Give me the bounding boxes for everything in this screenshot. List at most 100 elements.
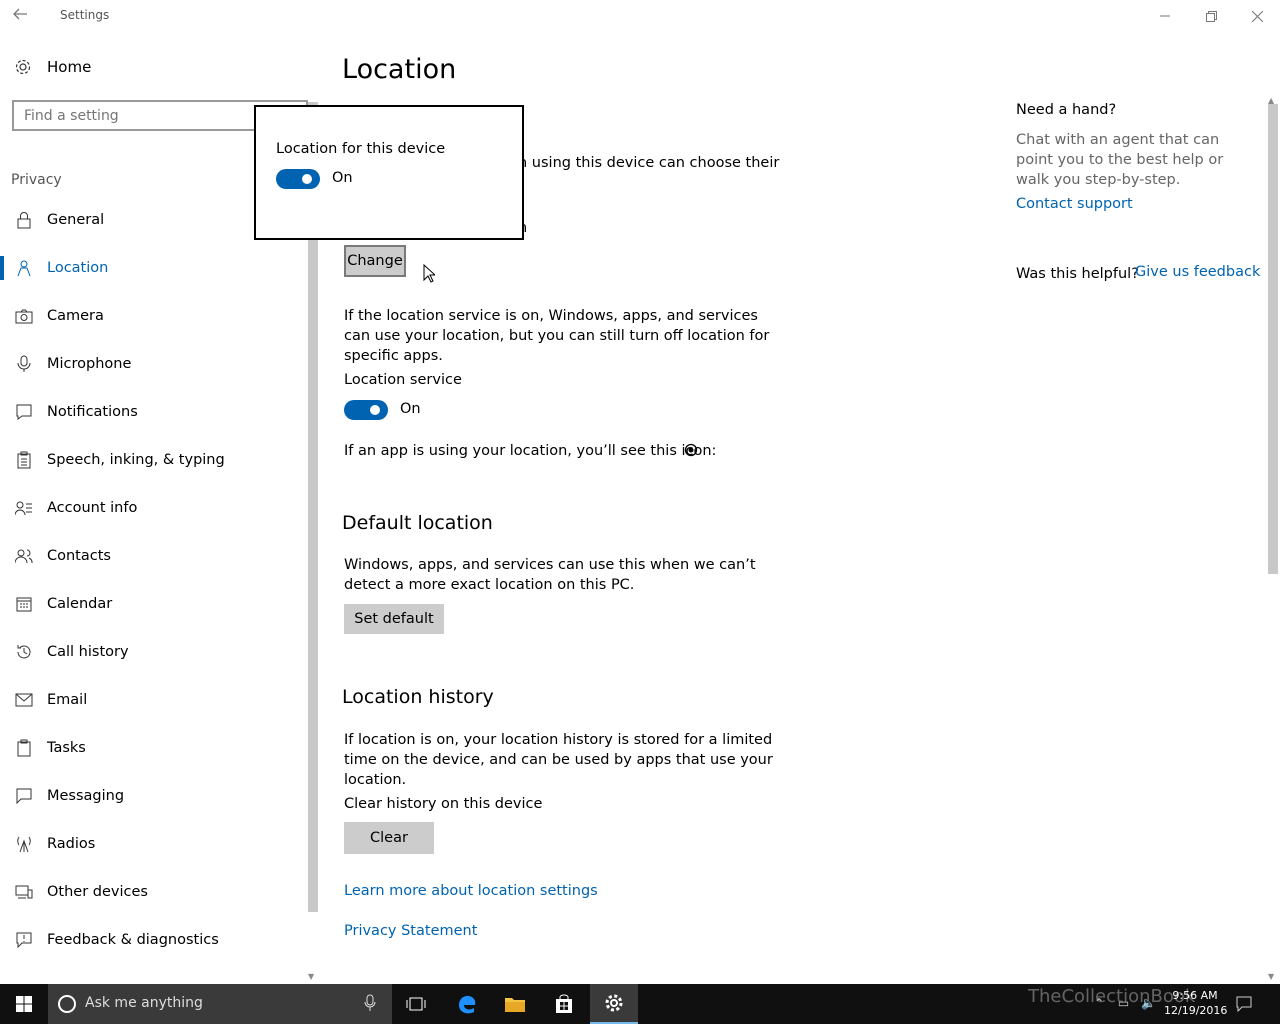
network-icon[interactable]: ▭ (1118, 996, 1129, 1010)
devices-icon (15, 883, 33, 901)
clear-button[interactable]: Clear (344, 822, 434, 854)
restore-icon (1205, 10, 1217, 22)
store-icon (556, 994, 572, 1013)
microphone-icon[interactable] (364, 994, 376, 1012)
gear-icon (605, 994, 623, 1012)
settings-taskbar-button[interactable] (590, 984, 638, 1024)
sidebar-scroll-down-icon[interactable]: ▼ (308, 972, 318, 982)
sidebar-item-microphone[interactable]: Microphone (0, 344, 306, 384)
sidebar-item-speech[interactable]: Speech, inking, & typing (0, 440, 306, 480)
learn-more-link[interactable]: Learn more about location settings (344, 883, 598, 899)
edge-icon (459, 995, 476, 1014)
page-title: Location (342, 54, 457, 85)
default-location-description: Windows, apps, and services can use this… (344, 557, 756, 593)
contact-support-link[interactable]: Contact support (1016, 196, 1133, 212)
store-button[interactable] (540, 984, 588, 1024)
clipboard-icon (15, 451, 33, 469)
main-scroll-down-icon[interactable]: ▼ (1268, 972, 1278, 981)
sidebar-item-contacts[interactable]: Contacts (0, 536, 306, 576)
volume-icon[interactable]: 🔈 (1141, 996, 1156, 1010)
service-description: If the location service is on, Windows, … (344, 308, 770, 364)
location-device-state: On (332, 170, 353, 186)
sidebar-item-radios[interactable]: Radios (0, 824, 306, 864)
folder-icon (505, 998, 525, 1012)
minimize-button[interactable] (1142, 0, 1188, 32)
cortana-icon (58, 995, 76, 1013)
file-explorer-button[interactable] (491, 984, 539, 1024)
system-tray-icons[interactable]: ⌃ ▭ 🔈 (1094, 996, 1156, 1010)
give-feedback-link[interactable]: Give us feedback (1135, 264, 1260, 280)
home-label: Home (47, 58, 92, 76)
sidebar-item-tasks[interactable]: Tasks (0, 728, 306, 768)
location-service-state: On (400, 401, 421, 417)
task-view-button[interactable] (392, 984, 440, 1024)
action-center-icon[interactable] (1236, 996, 1252, 1012)
sidebar-item-account-info[interactable]: Account info (0, 488, 306, 528)
sidebar-item-calendar[interactable]: Calendar (0, 584, 306, 624)
window-title: Settings (60, 8, 110, 22)
sidebar-item-messaging[interactable]: Messaging (0, 776, 306, 816)
help-title: Need a hand? (1016, 102, 1117, 118)
task-view-icon (406, 997, 426, 1011)
was-helpful-label: Was this helpful? (1016, 266, 1139, 282)
location-service-toggle[interactable] (344, 400, 388, 420)
sidebar-item-email[interactable]: Email (0, 680, 306, 720)
cortana-search-box[interactable]: Ask me anything (48, 984, 392, 1024)
help-description: Chat with an agent that can point you to… (1016, 132, 1224, 188)
restore-button[interactable] (1188, 0, 1234, 32)
sidebar-item-other-devices[interactable]: Other devices (0, 872, 306, 912)
chevron-up-icon[interactable]: ⌃ (1094, 996, 1104, 1010)
popup-title: Location for this device (276, 141, 446, 157)
main-scrollbar[interactable] (1268, 104, 1278, 574)
device-description-partial: n using this device can choose their (518, 155, 780, 171)
main-scroll-up-icon[interactable]: ▲ (1268, 96, 1278, 105)
start-button[interactable] (0, 984, 48, 1024)
clock[interactable]: 9:56 AM 12/19/2016 (1164, 988, 1228, 1018)
gear-icon (15, 59, 31, 75)
sidebar-item-call-history[interactable]: Call history (0, 632, 306, 672)
sidebar-item-camera[interactable]: Camera (0, 296, 306, 336)
minimize-icon (1160, 15, 1170, 17)
set-default-button[interactable]: Set default (344, 604, 444, 634)
clock-date: 12/19/2016 (1164, 1004, 1228, 1017)
location-in-use-icon (684, 443, 698, 457)
camera-icon (15, 307, 33, 325)
calendar-icon (15, 595, 33, 613)
section-label-privacy: Privacy (11, 172, 62, 188)
lock-icon (15, 211, 33, 229)
title-bar: Settings (0, 0, 1280, 32)
clear-history-label: Clear history on this device (344, 796, 543, 812)
mouse-cursor-icon (423, 264, 435, 283)
cortana-search-placeholder: Ask me anything (85, 995, 203, 1011)
location-device-popup: Location for this device On (254, 105, 524, 240)
default-location-heading: Default location (342, 512, 493, 534)
sidebar-item-feedback[interactable]: Feedback & diagnostics (0, 920, 306, 960)
microphone-icon (15, 355, 33, 373)
close-icon (1251, 10, 1263, 22)
home-link[interactable]: Home (14, 58, 91, 76)
location-history-heading: Location history (342, 686, 494, 708)
privacy-statement-link[interactable]: Privacy Statement (344, 923, 477, 939)
taskbar: Ask me anything TheCollectionBook ⌃ ▭ 🔈 … (0, 984, 1280, 1024)
close-button[interactable] (1234, 0, 1280, 32)
account-info-icon (15, 499, 33, 517)
sidebar-item-location[interactable]: Location (0, 248, 306, 288)
feedback-icon (15, 931, 33, 949)
location-device-toggle[interactable] (276, 169, 320, 189)
history-icon (15, 643, 33, 661)
message-icon (15, 787, 33, 805)
edge-browser-button[interactable] (443, 984, 491, 1024)
location-person-icon (15, 259, 33, 277)
clock-time: 9:56 AM (1172, 989, 1218, 1002)
notification-icon (15, 403, 33, 421)
back-arrow-icon[interactable] (12, 6, 36, 26)
contacts-icon (15, 547, 33, 565)
change-button[interactable]: Change (344, 245, 406, 277)
location-history-description: If location is on, your location history… (344, 732, 773, 788)
windows-logo-icon (16, 996, 32, 1012)
radio-icon (15, 835, 33, 853)
location-icon-text: If an app is using your location, you’ll… (344, 443, 717, 459)
location-service-label: Location service (344, 372, 462, 388)
tasks-icon (15, 739, 33, 757)
sidebar-item-notifications[interactable]: Notifications (0, 392, 306, 432)
